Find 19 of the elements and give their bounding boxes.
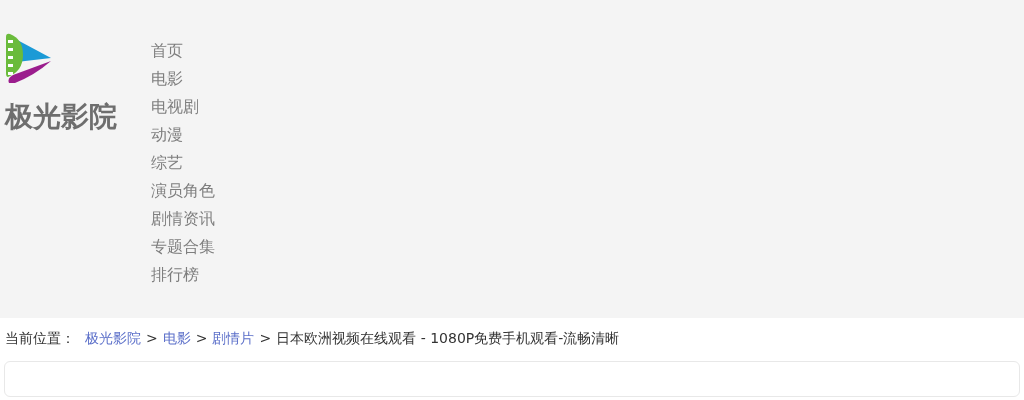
nav-link[interactable]: 剧情资讯 (151, 205, 215, 233)
nav-link[interactable]: 演员角色 (151, 177, 215, 205)
breadcrumb-label: 当前位置： (5, 330, 75, 346)
nav-link[interactable]: 综艺 (151, 149, 183, 177)
breadcrumb-current: 日本欧洲视频在线观看 - 1080P免费手机观看-流畅清晰 (276, 330, 620, 346)
breadcrumb-link[interactable]: 极光影院 (85, 330, 141, 346)
breadcrumb-link[interactable]: 剧情片 (212, 330, 255, 346)
nav-link[interactable]: 动漫 (151, 121, 183, 149)
nav-link[interactable]: 电影 (151, 65, 183, 93)
nav-link[interactable]: 排行榜 (151, 261, 199, 289)
nav-link[interactable]: 首页 (151, 37, 183, 65)
nav-link[interactable]: 专题合集 (151, 233, 215, 261)
logo-icon (5, 33, 52, 84)
breadcrumb-separator: > (259, 330, 272, 346)
breadcrumb-separator: > (195, 330, 208, 346)
site-title: 极光影院 (5, 100, 117, 134)
breadcrumb-link[interactable]: 电影 (162, 330, 191, 346)
nav-link[interactable]: 电视剧 (151, 93, 199, 121)
breadcrumb-separator: > (146, 330, 158, 346)
